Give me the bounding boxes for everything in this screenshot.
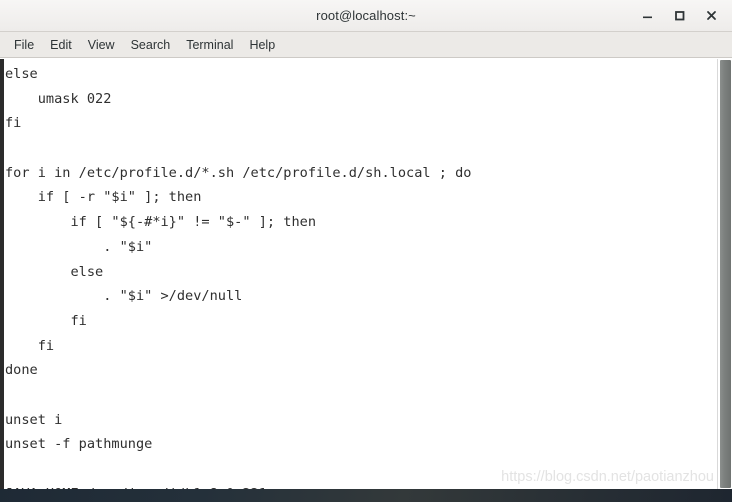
terminal-line: if [ -r "$i" ]; then — [5, 189, 202, 206]
menu-item-file[interactable]: File — [6, 35, 42, 55]
terminal-line: unset i — [5, 411, 63, 428]
window-titlebar[interactable]: root@localhost:~ — [0, 0, 732, 32]
menu-item-view[interactable]: View — [80, 35, 123, 55]
terminal-body: else umask 022 fi for i in /etc/profile.d… — [0, 58, 732, 489]
terminal-line: fi — [5, 337, 55, 354]
maximize-button[interactable] — [664, 3, 694, 29]
terminal-line: unset -f pathmunge — [5, 436, 153, 453]
menu-item-edit[interactable]: Edit — [42, 35, 80, 55]
terminal-screen[interactable]: else umask 022 fi for i in /etc/profile.d… — [4, 59, 717, 489]
menu-item-help[interactable]: Help — [241, 35, 283, 55]
scrollbar-thumb[interactable] — [720, 60, 731, 488]
terminal-line: . "$i" — [5, 238, 153, 255]
minimize-button[interactable] — [632, 3, 662, 29]
terminal-line: else — [5, 66, 38, 82]
terminal-line: if [ "${-#*i}" != "$-" ]; then — [5, 214, 316, 231]
terminal-line: for i in /etc/profile.d/*.sh /etc/profil… — [5, 164, 472, 181]
terminal-line: done — [5, 362, 38, 379]
terminal-line: . "$i" >/dev/null — [5, 288, 243, 305]
menu-item-search[interactable]: Search — [123, 35, 179, 55]
window-title: root@localhost:~ — [316, 8, 416, 23]
terminal-line: fi — [5, 115, 22, 132]
terminal-window: root@localhost:~ File Edit View Search T… — [0, 0, 732, 489]
menu-bar: File Edit View Search Terminal Help — [0, 32, 732, 58]
terminal-output: else umask 022 fi for i in /etc/profile.d… — [5, 62, 717, 489]
menu-item-terminal[interactable]: Terminal — [178, 35, 241, 55]
terminal-line: fi — [5, 312, 87, 329]
terminal-line: else — [5, 263, 104, 280]
window-controls — [632, 0, 726, 31]
terminal-line: JAVA_HOME=/usr/java/jdk1.8.0_221 — [5, 482, 717, 489]
terminal-scrollbar[interactable] — [717, 59, 732, 489]
terminal-line: umask 022 — [5, 90, 112, 107]
close-button[interactable] — [696, 3, 726, 29]
